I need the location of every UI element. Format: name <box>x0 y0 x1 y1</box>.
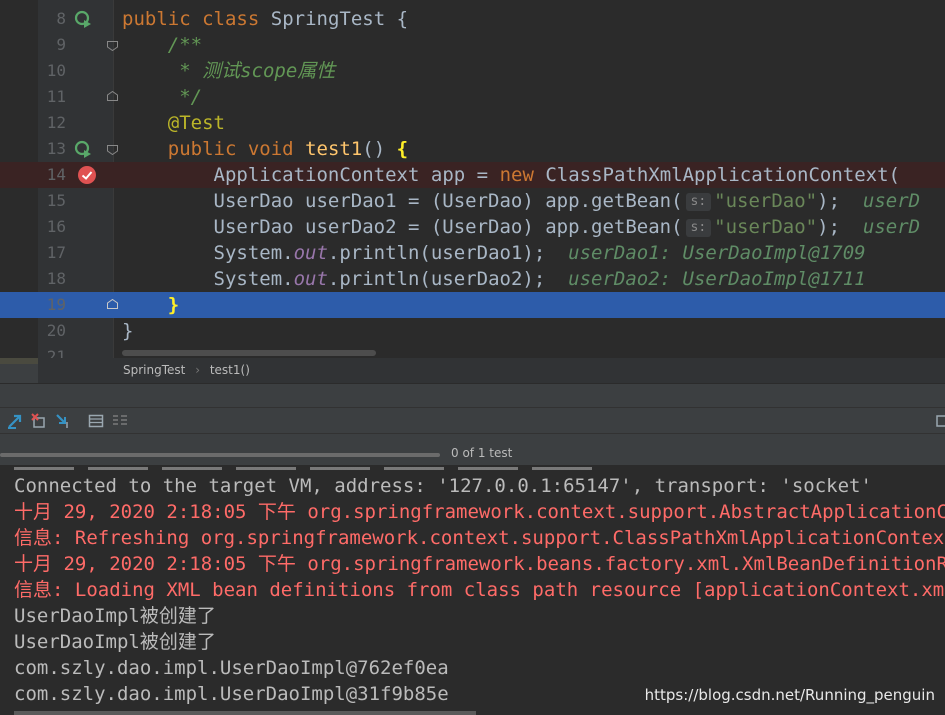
breadcrumb-item-class[interactable]: SpringTest <box>123 363 185 377</box>
line-number: 13 <box>46 139 66 158</box>
code-line[interactable]: 13 public void test1() { <box>0 136 945 162</box>
code-line[interactable]: 8 public class SpringTest { <box>0 6 945 32</box>
console-line: com.szly.dao.impl.UserDaoImpl@31f9b85e <box>14 683 449 705</box>
console-output[interactable]: Connected to the target VM, address: '12… <box>0 465 945 715</box>
line-number: 20 <box>46 321 66 340</box>
code-line[interactable]: 9 /** <box>0 32 945 58</box>
console-line-error: 信息: Refreshing org.springframework.conte… <box>14 527 945 549</box>
table-view-icon[interactable] <box>88 413 104 429</box>
parameter-hint: s: <box>685 219 712 237</box>
inline-debug-value: userD <box>862 216 921 238</box>
inline-debug-value: userDao1: UserDaoImpl@1709 <box>568 242 866 264</box>
code-line-current[interactable]: 19 } <box>0 292 945 318</box>
line-number: 21 <box>46 347 66 358</box>
code-line[interactable]: 12 @Test <box>0 110 945 136</box>
settings-icon[interactable] <box>934 413 945 429</box>
breadcrumb-item-method[interactable]: test1() <box>210 363 250 377</box>
test-status-row: 0 of 1 test <box>0 433 945 466</box>
clipped-line <box>14 465 602 473</box>
editor-horizontal-scrollbar[interactable] <box>122 350 376 356</box>
code-line[interactable]: 10 * 测试scope属性 <box>0 58 945 84</box>
console-line-error: 十月 29, 2020 2:18:05 下午 org.springframewo… <box>14 501 945 523</box>
breadcrumb: SpringTest › test1() <box>38 358 945 383</box>
export-results-icon[interactable] <box>7 413 23 429</box>
console-line: UserDaoImpl被创建了 <box>14 631 216 653</box>
code-line-breakpoint[interactable]: 14 ApplicationContext app = new ClassPat… <box>0 162 945 188</box>
line-number: 17 <box>46 243 66 262</box>
code-line[interactable]: 18 System.out.println(userDao2); userDao… <box>0 266 945 292</box>
code-line[interactable]: 11 */ <box>0 84 945 110</box>
code-line[interactable]: 16 UserDao userDao2 = (UserDao) app.getB… <box>0 214 945 240</box>
fold-marker-icon[interactable] <box>107 41 118 51</box>
test-progress-bar <box>0 453 440 457</box>
console-horizontal-scrollbar[interactable] <box>14 711 476 715</box>
inline-debug-value: userDao2: UserDaoImpl@1711 <box>568 268 866 290</box>
console-line: com.szly.dao.impl.UserDaoImpl@762ef0ea <box>14 657 449 679</box>
parameter-hint: s: <box>685 193 712 211</box>
test-count: 0 of 1 test <box>451 446 513 460</box>
import-results-icon[interactable] <box>31 413 47 429</box>
line-number: 16 <box>46 217 66 236</box>
line-number: 14 <box>46 165 66 184</box>
sort-tests-icon[interactable] <box>55 413 71 429</box>
console-line: UserDaoImpl被创建了 <box>14 605 216 627</box>
code-line[interactable]: 15 UserDao userDao1 = (UserDao) app.getB… <box>0 188 945 214</box>
line-number: 10 <box>46 61 66 80</box>
console-line: Connected to the target VM, address: '12… <box>14 475 872 497</box>
breakpoint-icon[interactable] <box>78 166 96 184</box>
line-number: 15 <box>46 191 66 210</box>
run-test-icon[interactable] <box>74 140 92 158</box>
console-line-error: 十月 29, 2020 2:18:05 下午 org.springframewo… <box>14 553 945 575</box>
fold-marker-icon[interactable] <box>107 91 118 101</box>
line-number: 12 <box>46 113 66 132</box>
fold-marker-icon[interactable] <box>107 299 118 309</box>
fold-marker-icon[interactable] <box>107 145 118 155</box>
code-line[interactable]: 20 } <box>0 318 945 344</box>
console-line-error: 信息: Loading XML bean definitions from cl… <box>14 579 945 601</box>
line-number: 9 <box>56 35 66 54</box>
layout-toggle-icon[interactable] <box>112 413 128 429</box>
line-number: 18 <box>46 269 66 288</box>
watermark: https://blog.csdn.net/Running_penguin <box>644 686 935 704</box>
run-toolbar <box>0 407 945 434</box>
run-test-icon[interactable] <box>74 10 92 28</box>
inline-debug-value: userD <box>862 190 921 212</box>
line-number: 19 <box>46 295 66 314</box>
line-number: 8 <box>56 9 66 28</box>
code-editor[interactable]: 8 public class SpringTest { 9 /** 10 * 测… <box>0 0 945 358</box>
line-number: 11 <box>46 87 66 106</box>
panel-divider[interactable] <box>0 383 945 408</box>
code-line[interactable]: 17 System.out.println(userDao1); userDao… <box>0 240 945 266</box>
